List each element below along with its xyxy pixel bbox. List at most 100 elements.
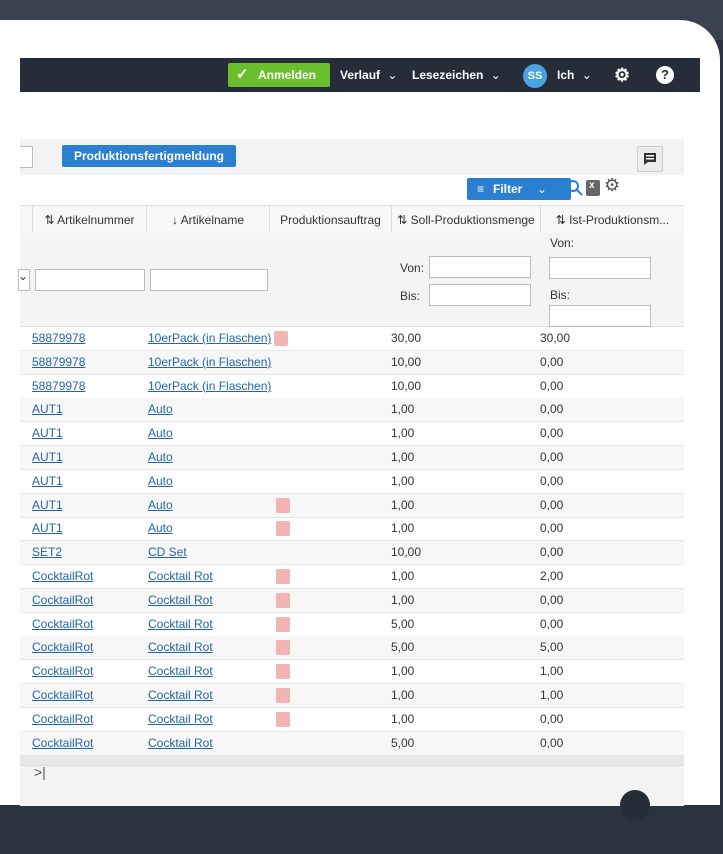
soll-produktionsmenge-value: 1,00 (391, 688, 415, 702)
artikelnummer-filter-input[interactable] (35, 269, 145, 291)
artikelname-filter-input[interactable] (150, 269, 268, 291)
filter-bar: ≡ Filter ⌄ x ⚙ (20, 175, 684, 203)
table-row[interactable]: 58879978 10erPack (in Flaschen) 30,00 30,00 (20, 327, 684, 351)
artikelnummer-link[interactable]: CocktailRot (32, 684, 93, 707)
artikelnummer-link[interactable]: CocktailRot (32, 589, 93, 612)
artikelnummer-link[interactable]: CocktailRot (32, 708, 93, 731)
artikelname-link[interactable]: 10erPack (in Flaschen) (148, 351, 271, 374)
pdf-document-icon[interactable] (276, 640, 290, 656)
pdf-document-icon[interactable] (276, 521, 290, 537)
table-header: ⇅ Artikelnummer ↓ Artikelname Produktion… (20, 205, 684, 235)
artikelnummer-link[interactable]: 58879978 (32, 351, 85, 374)
artikelnummer-link[interactable]: CocktailRot (32, 565, 93, 588)
toolbar-input[interactable] (20, 146, 33, 168)
artikelname-link[interactable]: Cocktail Rot (148, 660, 213, 683)
artikelname-link[interactable]: 10erPack (in Flaschen) (148, 375, 271, 398)
table-row[interactable]: AUT1 Auto 1,00 0,00 (20, 446, 684, 470)
last-page-button[interactable]: >| (34, 764, 46, 780)
gear-icon[interactable]: ⚙ (614, 58, 630, 92)
history-menu[interactable]: Verlauf ⌄ (340, 58, 397, 92)
artikelname-link[interactable]: Cocktail Rot (148, 565, 213, 588)
table-row[interactable]: 58879978 10erPack (in Flaschen) 10,00 0,00 (20, 375, 684, 399)
table-row[interactable]: CocktailRot Cocktail Rot 1,00 0,00 (20, 588, 684, 613)
chevron-down-icon: ⌄ (18, 269, 29, 283)
filter-label: Filter (493, 182, 523, 196)
production-confirmation-button[interactable]: Produktionsfertigmeldung (62, 145, 236, 167)
ist-bis-input[interactable] (549, 305, 651, 327)
avatar[interactable]: SS (523, 64, 547, 88)
table-row[interactable]: CocktailRot Cocktail Rot 5,00 0,00 (20, 731, 684, 756)
table-row[interactable]: CocktailRot Cocktail Rot 1,00 1,00 (20, 660, 684, 685)
artikelnummer-link[interactable]: AUT1 (32, 446, 63, 469)
table-row[interactable]: CocktailRot Cocktail Rot 5,00 5,00 (20, 636, 684, 661)
pdf-document-icon[interactable] (276, 569, 290, 584)
artikelname-link[interactable]: Auto (148, 446, 173, 469)
header-soll-produktionsmenge[interactable]: ⇅ Soll-Produktionsmenge (392, 206, 541, 234)
pdf-document-icon[interactable] (276, 616, 290, 632)
pdf-document-icon[interactable] (274, 331, 288, 346)
soll-bis-input[interactable] (429, 284, 531, 306)
header-produktionsauftrag[interactable]: Produktionsauftrag (270, 206, 392, 234)
artikelname-link[interactable]: Cocktail Rot (148, 684, 213, 707)
artikelname-link[interactable]: Auto (148, 517, 173, 540)
soll-von-input[interactable] (429, 256, 531, 278)
artikelname-link[interactable]: Auto (148, 470, 173, 493)
soll-produktionsmenge-value: 1,00 (391, 426, 415, 441)
ist-produktionsmenge-value: 0,00 (540, 711, 564, 726)
artikelnummer-link[interactable]: CocktailRot (32, 732, 93, 755)
artikelnummer-link[interactable]: CocktailRot (32, 660, 93, 683)
artikelnummer-link[interactable]: AUT1 (32, 517, 63, 540)
artikelnummer-link[interactable]: AUT1 (32, 422, 63, 445)
artikelnummer-link[interactable]: AUT1 (32, 470, 63, 493)
artikelname-link[interactable]: Auto (148, 398, 173, 421)
artikelname-link[interactable]: Cocktail Rot (148, 589, 213, 612)
pdf-document-icon[interactable] (276, 688, 290, 703)
table-row[interactable]: AUT1 Auto 1,00 0,00 (20, 422, 684, 447)
soll-produktionsmenge-value: 5,00 (391, 640, 415, 655)
artikelname-link[interactable]: 10erPack (in Flaschen) (148, 327, 271, 350)
artikelname-link[interactable]: Auto (148, 422, 173, 445)
table-row[interactable]: 58879978 10erPack (in Flaschen) 10,00 0,00 (20, 350, 684, 375)
bookmarks-label: Lesezeichen (412, 68, 484, 82)
artikelname-link[interactable]: Cocktail Rot (148, 613, 213, 636)
artikelnummer-link[interactable]: AUT1 (32, 494, 63, 517)
table-row[interactable]: AUT1 Auto 1,00 0,00 (20, 493, 684, 518)
pdf-document-icon[interactable] (276, 497, 290, 513)
search-icon[interactable] (566, 178, 584, 198)
table-row[interactable]: SET2 CD Set 10,00 0,00 (20, 541, 684, 566)
filter-button[interactable]: ≡ Filter ⌄ (467, 178, 571, 200)
artikelnummer-link[interactable]: CocktailRot (32, 613, 93, 636)
table-row[interactable]: AUT1 Auto 1,00 0,00 (20, 517, 684, 542)
excel-export-icon[interactable]: x (586, 180, 600, 196)
user-menu[interactable]: Ich ⌄ (557, 58, 592, 92)
header-artikelname[interactable]: ↓ Artikelname (147, 206, 270, 234)
table-row[interactable]: CocktailRot Cocktail Rot 1,00 2,00 (20, 565, 684, 589)
table-row[interactable]: AUT1 Auto 1,00 0,00 (20, 398, 684, 423)
artikelnummer-link[interactable]: 58879978 (32, 375, 85, 398)
artikelnummer-link[interactable]: 58879978 (32, 327, 85, 350)
artikelnummer-link[interactable]: AUT1 (32, 398, 63, 421)
artikelname-link[interactable]: Cocktail Rot (148, 708, 213, 731)
comment-icon[interactable] (637, 146, 663, 172)
bookmarks-menu[interactable]: Lesezeichen ⌄ (412, 58, 501, 92)
artikelname-link[interactable]: CD Set (148, 541, 187, 564)
login-button[interactable]: ✓ Anmelden (228, 63, 330, 87)
header-ist-produktionsmenge[interactable]: ⇅ Ist-Produktionsm... (541, 206, 684, 234)
header-artikelnummer[interactable]: ⇅ Artikelnummer (33, 206, 147, 234)
table-row[interactable]: AUT1 Auto 1,00 0,00 (20, 470, 684, 494)
artikelnummer-link[interactable]: CocktailRot (32, 636, 93, 659)
floating-action-button[interactable] (620, 790, 650, 820)
table-row[interactable]: CocktailRot Cocktail Rot 1,00 1,00 (20, 684, 684, 708)
artikelname-link[interactable]: Auto (148, 494, 173, 517)
artikelname-link[interactable]: Cocktail Rot (148, 636, 213, 659)
gear-icon[interactable]: ⚙ (604, 175, 620, 196)
table-row[interactable]: CocktailRot Cocktail Rot 1,00 0,00 (20, 708, 684, 732)
ist-von-input[interactable] (549, 257, 651, 279)
pdf-document-icon[interactable] (276, 664, 290, 680)
artikelname-link[interactable]: Cocktail Rot (148, 732, 213, 755)
help-icon[interactable]: ? (656, 58, 674, 92)
artikelnummer-link[interactable]: SET2 (32, 541, 62, 564)
table-row[interactable]: CocktailRot Cocktail Rot 5,00 0,00 (20, 613, 684, 637)
pdf-document-icon[interactable] (276, 592, 290, 608)
pdf-document-icon[interactable] (276, 711, 290, 727)
